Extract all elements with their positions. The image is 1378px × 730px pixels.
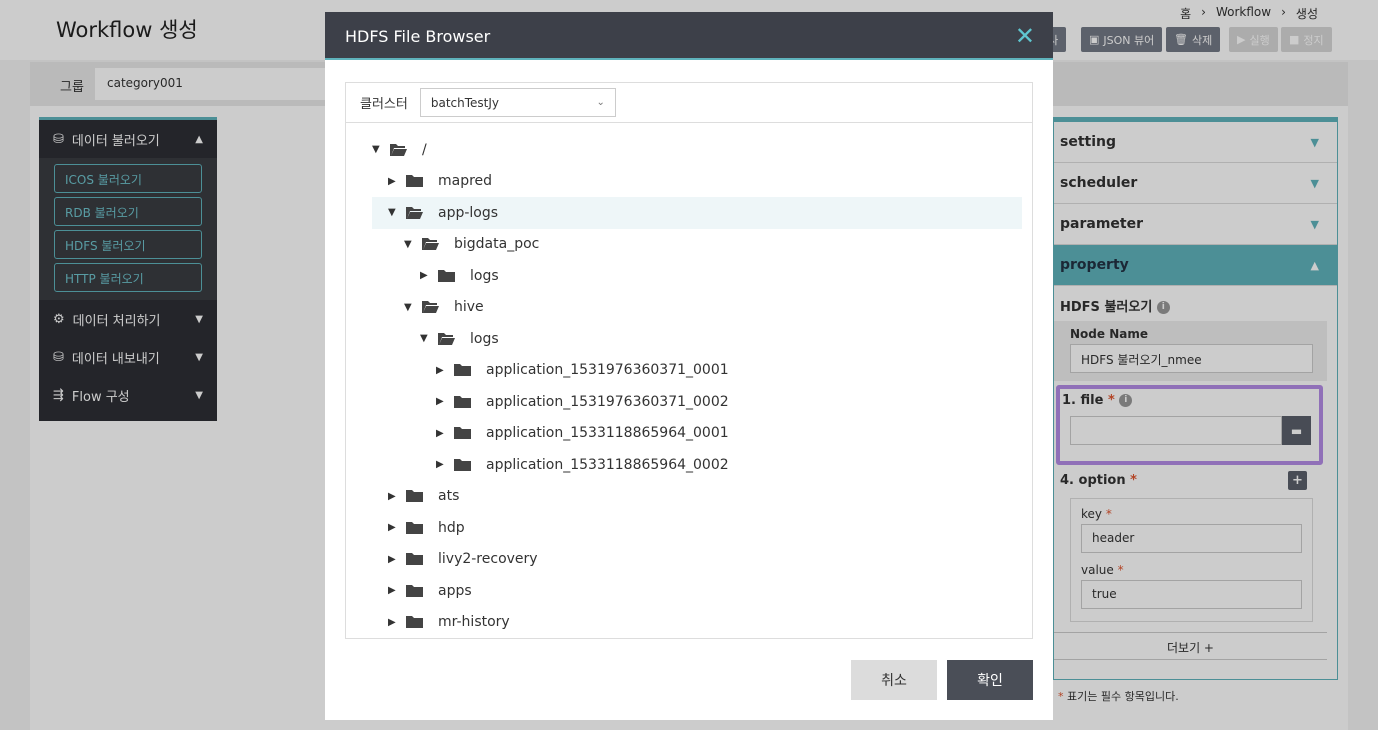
tree-node-label: logs (470, 330, 499, 347)
folder-icon (454, 363, 478, 377)
folder-open-icon (422, 237, 446, 251)
cluster-value: batchTestJy (430, 95, 499, 110)
tree-node[interactable]: ▼ bigdata_poc (372, 229, 1022, 261)
confirm-button[interactable]: 확인 (947, 660, 1033, 700)
tree-node[interactable]: ▶ ats (372, 481, 1022, 513)
caret-right-icon[interactable]: ▶ (436, 396, 452, 407)
folder-open-icon (422, 300, 446, 314)
tree-node[interactable]: ▶ application_1531976360371_0002 (372, 386, 1022, 418)
tree-node-label: livy2-recovery (438, 551, 538, 568)
chevron-down-icon: ⌄ (596, 97, 605, 108)
tree-node-label: application_1531976360371_0001 (486, 362, 729, 379)
tree-node[interactable]: ▶ hdp (372, 512, 1022, 544)
cluster-select[interactable]: batchTestJy ⌄ (419, 88, 616, 117)
tree-node[interactable]: ▶ logs (372, 260, 1022, 292)
caret-right-icon[interactable]: ▶ (388, 617, 404, 628)
folder-icon (406, 615, 430, 629)
caret-down-icon[interactable]: ▼ (404, 302, 420, 313)
tree-node-label: mapred (438, 173, 493, 190)
tree-node-label: apps (438, 582, 472, 599)
caret-right-icon[interactable]: ▶ (436, 459, 452, 470)
caret-down-icon[interactable]: ▼ (372, 144, 388, 155)
tree-node[interactable]: ▶ apps (372, 575, 1022, 607)
caret-right-icon[interactable]: ▶ (420, 270, 436, 281)
tree-node-label: / (422, 141, 427, 158)
tree-node[interactable]: ▼ / (372, 134, 1022, 166)
tree-node-label: mr-history (438, 614, 510, 631)
tree-node[interactable]: ▼ app-logs (372, 197, 1022, 229)
tree-node[interactable]: ▼ hive (372, 292, 1022, 324)
folder-open-icon (406, 206, 430, 220)
caret-right-icon[interactable]: ▶ (388, 522, 404, 533)
cancel-button[interactable]: 취소 (851, 660, 937, 700)
folder-icon (454, 395, 478, 409)
caret-down-icon[interactable]: ▼ (404, 239, 420, 250)
caret-right-icon[interactable]: ▶ (388, 554, 404, 565)
tree-node-label: application_1533118865964_0001 (486, 425, 729, 442)
close-icon[interactable]: ✕ (1015, 22, 1035, 50)
caret-right-icon[interactable]: ▶ (436, 365, 452, 376)
tree-node[interactable]: ▶ application_1531976360371_0001 (372, 355, 1022, 387)
tree-node[interactable]: ▶ mapred (372, 166, 1022, 198)
tree-node[interactable]: ▶ mr-history (372, 607, 1022, 639)
tree-node-label: application_1531976360371_0002 (486, 393, 729, 410)
folder-icon (454, 458, 478, 472)
tree-node[interactable]: ▶ application_1533118865964_0001 (372, 418, 1022, 450)
tree-node[interactable]: ▶ application_1533118865964_0002 (372, 449, 1022, 481)
tree-node-label: ats (438, 488, 460, 505)
caret-down-icon[interactable]: ▼ (388, 207, 404, 218)
folder-icon (406, 174, 430, 188)
folder-icon (406, 489, 430, 503)
tree-node-label: hive (454, 299, 484, 316)
tree-node-label: logs (470, 267, 499, 284)
folder-icon (406, 584, 430, 598)
tree-node-label: bigdata_poc (454, 236, 540, 253)
folder-icon (454, 426, 478, 440)
caret-right-icon[interactable]: ▶ (388, 585, 404, 596)
folder-icon (438, 269, 462, 283)
folder-open-icon (438, 332, 462, 346)
tree-node-label: application_1533118865964_0002 (486, 456, 729, 473)
caret-right-icon[interactable]: ▶ (436, 428, 452, 439)
file-tree: ▼ / ▶ mapred ▼ app-logs ▼ bigdata_poc ▶ logs ▼ hive… (346, 123, 1032, 638)
folder-open-icon (390, 143, 414, 157)
tree-node-label: app-logs (438, 204, 499, 221)
tree-node-label: hdp (438, 519, 465, 536)
caret-right-icon[interactable]: ▶ (388, 491, 404, 502)
tree-node[interactable]: ▼ logs (372, 323, 1022, 355)
tree-node[interactable]: ▶ livy2-recovery (372, 544, 1022, 576)
caret-down-icon[interactable]: ▼ (420, 333, 436, 344)
caret-right-icon[interactable]: ▶ (388, 176, 404, 187)
folder-icon (406, 521, 430, 535)
dialog-title: HDFS File Browser (345, 27, 491, 46)
folder-icon (406, 552, 430, 566)
cluster-label: 클러스터 (360, 97, 408, 112)
hdfs-file-browser-dialog: HDFS File Browser ✕ 클러스터 batchTestJy ⌄ ▼ / ▶… (325, 12, 1053, 720)
